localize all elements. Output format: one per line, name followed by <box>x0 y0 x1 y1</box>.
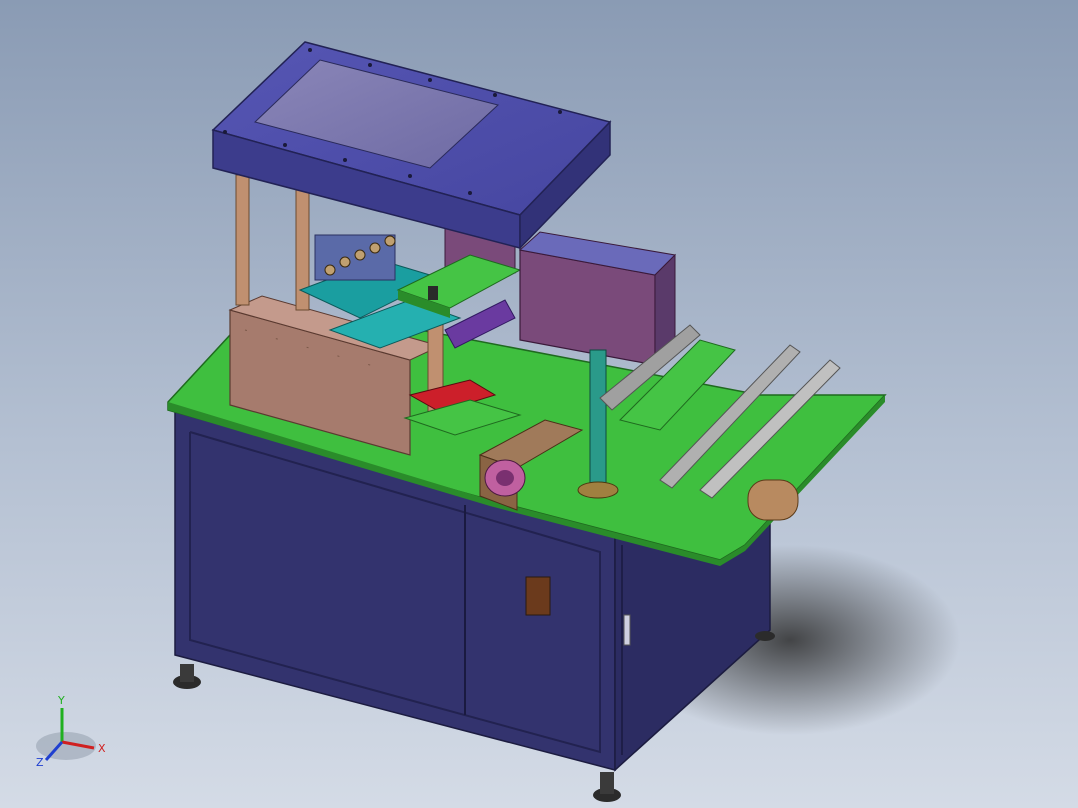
triad-z-label: Z <box>36 756 44 769</box>
control-box-column <box>589 349 607 486</box>
pillar-left <box>235 174 250 306</box>
press-knob[interactable] <box>428 286 438 300</box>
side-latch[interactable] <box>623 614 631 646</box>
triad-y-label: Y <box>57 694 65 707</box>
motor-flange-inner <box>496 470 514 486</box>
control-box-column-base <box>577 481 619 499</box>
door-handle[interactable] <box>525 576 551 616</box>
cad-viewport[interactable]: Y X Z <box>0 0 1078 808</box>
upper-hood[interactable] <box>211 41 612 250</box>
foot-front-left-post <box>180 664 194 682</box>
foot-front-right-post <box>600 772 614 794</box>
foot-back-right <box>755 631 775 641</box>
axis-triad: Y X Z <box>36 694 106 769</box>
machine-model[interactable]: Y X Z <box>0 0 1078 808</box>
triad-x-label: X <box>98 742 106 755</box>
end-motor[interactable] <box>747 479 799 521</box>
